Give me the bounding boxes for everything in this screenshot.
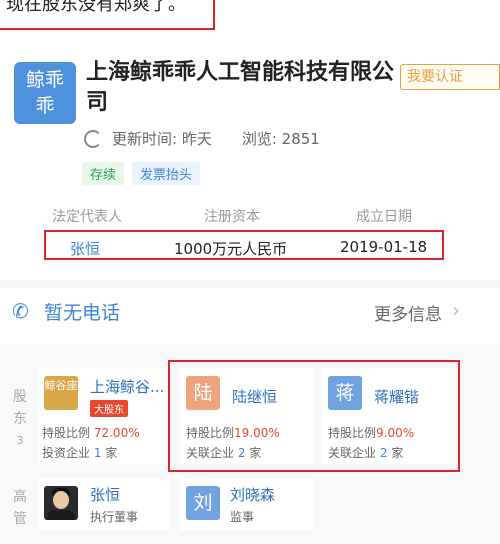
related-companies: 投资企业 1 家	[42, 444, 117, 461]
phone-label: 暂无电话	[44, 301, 121, 324]
executive-avatar: 刘	[186, 486, 220, 520]
company-meta: 更新时间: 昨天 浏览: 2851	[84, 128, 320, 149]
side-char: 高	[13, 489, 27, 505]
related-unit: 家	[105, 446, 118, 460]
status-tags: 存续 发票抬头	[82, 162, 201, 185]
executive-name[interactable]: 张恒	[90, 484, 120, 505]
highlight-box	[168, 360, 460, 472]
more-info-link[interactable]: 更多信息	[374, 300, 442, 325]
shareholders-side-label: 股 东 3	[12, 386, 28, 452]
side-char: 股	[13, 389, 27, 405]
legal-rep-link[interactable]: 张恒	[70, 238, 100, 259]
side-char: 东	[13, 411, 27, 427]
side-char: 管	[13, 511, 27, 527]
company-logo-text: 鲸乖乖	[25, 69, 64, 117]
executive-name[interactable]: 刘晓森	[230, 484, 275, 505]
shareholder-name[interactable]: 上海鲸谷...	[90, 376, 164, 397]
invoice-title-tag[interactable]: 发票抬头	[132, 162, 201, 185]
chevron-right-icon[interactable]: ›	[452, 298, 460, 322]
refresh-icon[interactable]	[84, 129, 102, 148]
avatar	[44, 486, 78, 520]
shareholder-card[interactable]: 鲸谷座 上海鲸谷... 大股东 持股比例 72.00% 投资企业 1 家	[38, 368, 166, 464]
capital-header: 注册资本	[204, 209, 260, 225]
updated-time: 更新时间: 昨天	[112, 130, 212, 148]
claim-button[interactable]: 我要认证	[400, 64, 500, 90]
section-divider	[0, 280, 500, 288]
ratio-label: 持股比例	[42, 426, 91, 440]
executive-card[interactable]: 张恒 执行董事	[38, 478, 170, 530]
founded-date: 2019-01-18	[340, 238, 428, 256]
registered-capital: 1000万元人民币	[174, 240, 288, 258]
executive-role: 执行董事	[90, 510, 139, 524]
caption-box: 现在股东没有郑爽了。	[0, 0, 215, 30]
major-shareholder-badge: 大股东	[90, 400, 128, 417]
company-name: 上海鲸乖乖人工智能科技有限公司	[86, 60, 395, 115]
related-count: 1	[93, 446, 102, 460]
share-ratio: 持股比例 72.00%	[42, 424, 140, 441]
phone-icon: ✆	[12, 299, 29, 323]
shareholder-count: 3	[16, 434, 24, 447]
caption-text: 现在股东没有郑爽了。	[6, 0, 186, 15]
status-badge: 存续	[82, 162, 125, 185]
founded-header: 成立日期	[356, 209, 412, 225]
executives-side-label: 高 管	[12, 486, 28, 530]
executive-card[interactable]: 刘 刘晓森 监事	[180, 478, 314, 530]
legal-rep-header: 法定代表人	[52, 209, 122, 225]
executive-role: 监事	[230, 510, 255, 524]
view-count: 浏览: 2851	[241, 130, 320, 148]
company-logo: 鲸乖乖	[14, 62, 76, 124]
related-label: 投资企业	[42, 446, 91, 460]
shareholder-avatar: 鲸谷座	[44, 376, 78, 410]
ratio-value: 72.00%	[93, 426, 140, 440]
